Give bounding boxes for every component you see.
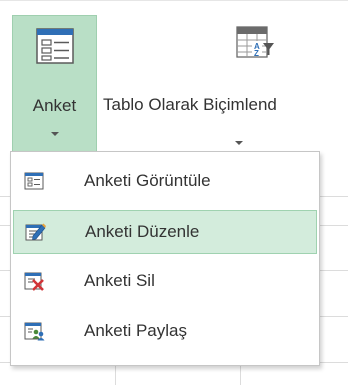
edit-survey-icon	[25, 223, 46, 241]
chevron-down-icon	[235, 141, 243, 145]
excel-window: Anket A Z Tablo Olarak Biçimlend Anketi …	[0, 0, 348, 385]
view-survey-icon	[24, 172, 44, 190]
svg-text:Z: Z	[254, 49, 259, 58]
form-icon	[35, 28, 74, 64]
ribbon: Anket A Z Tablo Olarak Biçimlend	[0, 0, 348, 151]
menu-item-delete-survey[interactable]: Anketi Sil	[13, 260, 317, 304]
share-survey-icon	[24, 322, 45, 341]
menu-item-label: Anketi Düzenle	[85, 222, 200, 241]
menu-item-view-survey[interactable]: Anketi Görüntüle	[13, 160, 317, 204]
survey-button[interactable]: Anket	[12, 15, 97, 151]
format-as-table-label: Tablo Olarak Biçimlend	[103, 95, 277, 114]
delete-survey-icon	[24, 272, 44, 291]
menu-item-label: Anketi Sil	[84, 271, 155, 290]
format-as-table-icon: A Z	[236, 26, 274, 58]
survey-dropdown-menu: Anketi Görüntüle Anketi Düzenle Anketi S…	[10, 151, 320, 366]
menu-item-label: Anketi Görüntüle	[84, 171, 211, 190]
chevron-down-icon	[50, 132, 59, 136]
survey-button-label: Anket	[32, 96, 77, 115]
menu-item-label: Anketi Paylaş	[84, 321, 187, 340]
menu-item-edit-survey[interactable]: Anketi Düzenle	[13, 210, 317, 254]
format-as-table-button[interactable]: A Z Tablo Olarak Biçimlend	[100, 15, 348, 151]
menu-item-share-survey[interactable]: Anketi Paylaş	[13, 310, 317, 354]
